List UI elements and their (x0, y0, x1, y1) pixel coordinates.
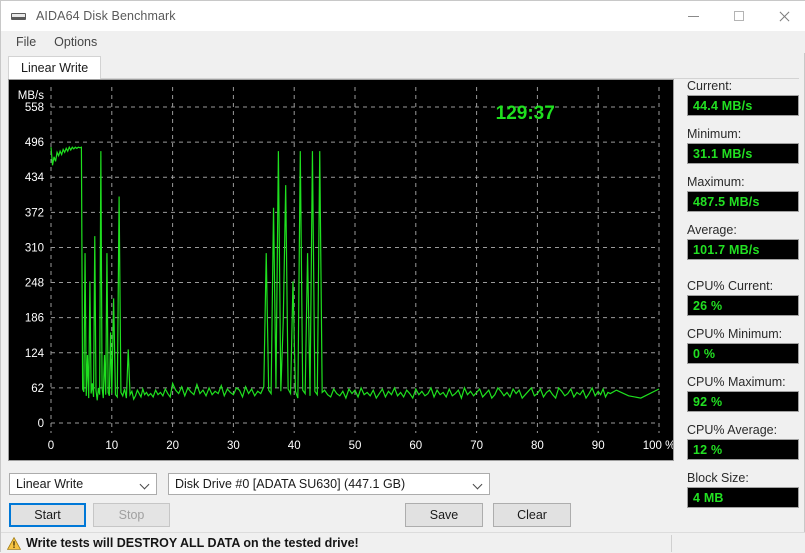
x-tick-label: 80 (531, 440, 544, 452)
stat-label: CPU% Maximum: (687, 375, 786, 389)
stat-value-box: 31.1 MB/s (687, 143, 799, 164)
elapsed-timer: 129:37 (496, 103, 555, 124)
stat-label: Maximum: (687, 175, 745, 189)
maximize-icon (733, 11, 744, 21)
x-tick-label: 50 (349, 440, 362, 452)
y-tick-label: 248 (25, 278, 44, 290)
title-bar: AIDA64 Disk Benchmark (1, 1, 805, 31)
stat-value: 44.4 MB/s (693, 98, 753, 113)
y-tick-label: 310 (25, 242, 44, 254)
save-button[interactable]: Save (405, 503, 483, 527)
stat-label: Average: (687, 223, 737, 237)
stat-value: 92 % (693, 394, 723, 409)
menu-item-options[interactable]: Options (45, 33, 106, 51)
chevron-down-icon (474, 481, 482, 489)
warning-icon (6, 536, 22, 550)
stat-value-box: 44.4 MB/s (687, 95, 799, 116)
stat-value: 12 % (693, 442, 723, 457)
test-type-value: Linear Write (16, 477, 84, 491)
stat-value-box: 487.5 MB/s (687, 191, 799, 212)
close-icon (778, 10, 790, 22)
test-type-select[interactable]: Linear Write (9, 473, 157, 495)
x-tick-label: 60 (409, 440, 422, 452)
stat-label: Minimum: (687, 127, 742, 141)
stop-button: Stop (93, 503, 170, 527)
stat-value: 26 % (693, 298, 723, 313)
x-tick-label: 10 (105, 440, 118, 452)
stat-value-box: 26 % (687, 295, 799, 316)
tab-strip: Linear Write (8, 56, 799, 79)
status-bar: Write tests will DESTROY ALL DATA on the… (1, 532, 805, 553)
tab-linear-write[interactable]: Linear Write (8, 56, 102, 79)
stat-value: 487.5 MB/s (693, 194, 760, 209)
y-tick-label: 372 (25, 207, 44, 219)
stat-value: 101.7 MB/s (693, 242, 760, 257)
stat-label: CPU% Average: (687, 423, 778, 437)
status-separator (671, 535, 672, 552)
stat-value-box: 101.7 MB/s (687, 239, 799, 260)
y-tick-label: 186 (25, 313, 44, 325)
y-tick-label: 558 (25, 102, 44, 114)
y-tick-label: 434 (25, 172, 45, 184)
x-tick-label: 30 (227, 440, 240, 452)
stat-value-box: 0 % (687, 343, 799, 364)
stat-label: CPU% Minimum: (687, 327, 783, 341)
window-title: AIDA64 Disk Benchmark (36, 9, 176, 23)
stat-value-box: 12 % (687, 439, 799, 460)
stat-value: 31.1 MB/s (693, 146, 753, 161)
x-tick-label: 0 (48, 440, 54, 452)
x-tick-label: 100 % (643, 440, 673, 452)
y-axis-label: MB/s (18, 90, 44, 102)
stats-panel: Current: 44.4 MB/s Minimum: 31.1 MB/s Maximu… (687, 79, 799, 519)
y-tick-label: 124 (25, 348, 45, 360)
chevron-down-icon (141, 481, 149, 489)
button-row: Start Stop Save Clear (9, 503, 799, 527)
clear-button[interactable]: Clear (493, 503, 571, 527)
x-tick-label: 40 (288, 440, 301, 452)
status-message: Write tests will DESTROY ALL DATA on the… (26, 536, 359, 550)
disk-icon (10, 7, 28, 25)
minimize-button[interactable] (671, 1, 716, 31)
x-tick-label: 20 (166, 440, 179, 452)
stat-value-box: 92 % (687, 391, 799, 412)
y-tick-label: 496 (25, 137, 44, 149)
x-tick-label: 70 (470, 440, 483, 452)
x-tick-label: 90 (592, 440, 605, 452)
y-tick-label: 62 (31, 383, 44, 395)
window-controls (671, 1, 805, 31)
chart-canvas: 0 62 124 186 248 310 372 434 496 558MB/s 0 10 20 30 40… (9, 80, 673, 460)
benchmark-chart: 0 62 124 186 248 310 372 434 496 558 MB/s 0 10 20 30 40… (8, 79, 674, 461)
y-tick-label: 0 (38, 418, 44, 430)
stat-label: Current: (687, 79, 733, 93)
app-window: AIDA64 Disk Benchmark File Options Linea… (0, 0, 805, 553)
maximize-button[interactable] (716, 1, 761, 31)
stat-value: 0 % (693, 346, 716, 361)
close-button[interactable] (761, 1, 805, 31)
start-button[interactable]: Start (9, 503, 86, 527)
stat-label: Block Size: (687, 471, 749, 485)
stat-label: CPU% Current: (687, 279, 774, 293)
menu-bar: File Options (1, 31, 805, 53)
minimize-icon (688, 15, 699, 17)
menu-item-file[interactable]: File (7, 33, 45, 51)
disk-select-value: Disk Drive #0 [ADATA SU630] (447.1 GB) (175, 477, 406, 491)
disk-select[interactable]: Disk Drive #0 [ADATA SU630] (447.1 GB) (168, 473, 490, 495)
